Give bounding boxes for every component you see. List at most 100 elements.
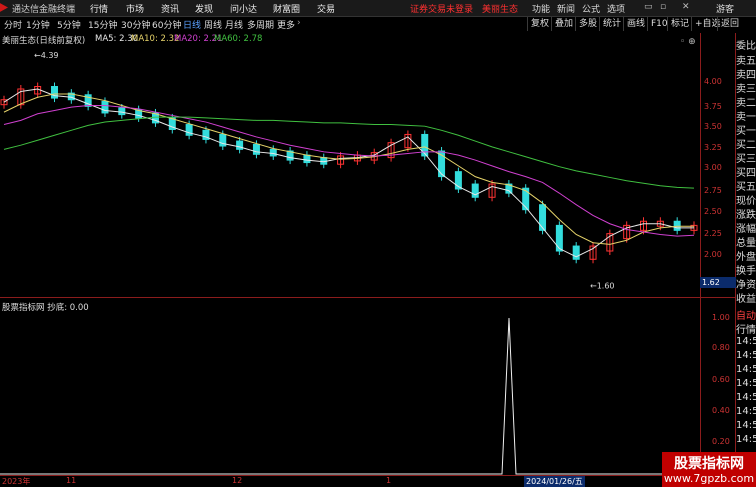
y-tick: 2.50 (704, 207, 722, 216)
candle[interactable] (555, 224, 563, 252)
chart-title: 美丽生态(日线前复权) (2, 36, 86, 46)
trade-time: 14:5 (736, 336, 756, 347)
candle[interactable] (236, 140, 244, 150)
watermark-title: 股票指标网 (674, 456, 744, 472)
ma60-label: MA60: 2.78 (214, 34, 263, 44)
quote-label: 涨幅 (736, 224, 756, 235)
quote-label: 收益 (736, 294, 756, 305)
y-tick: 2.75 (704, 186, 722, 195)
cursor-date: 2024/01/26/五 (524, 476, 585, 487)
watermark-url: www.7gpzb.com (663, 472, 755, 485)
period-15min[interactable]: 15分钟 (88, 18, 117, 31)
trade-time: 14:5 (736, 378, 756, 389)
login-notice[interactable]: 证券交易未登录 美丽生态 (410, 2, 518, 15)
candle[interactable] (522, 187, 530, 211)
series-line-ma10 (3, 93, 694, 245)
menu-caifuquan[interactable]: 财富圈 (273, 2, 300, 15)
y-tick: 3.00 (704, 163, 722, 172)
candlestick-chart[interactable]: ←4.39 ←1.60 (0, 46, 700, 294)
app-title: 通达信金融终端 (12, 5, 76, 15)
ind-y-tick: 0.20 (712, 437, 730, 446)
quote-panel: 委比 卖五 卖四 卖三 卖二 卖一 买一 买二 买三 买四 买五 现价 涨跌 涨… (735, 33, 756, 475)
candle[interactable] (421, 133, 429, 157)
quote-label: 换手 (736, 266, 756, 277)
series-line-ma60 (3, 116, 695, 189)
period-more[interactable]: 更多 (277, 18, 295, 31)
tool-huaxian[interactable]: 画线 (623, 17, 648, 31)
quote-tab-label[interactable]: 行情 (736, 321, 756, 336)
period-monthly[interactable]: 月线 (225, 18, 243, 31)
period-5min[interactable]: 5分钟 (57, 18, 81, 31)
menu-shichang[interactable]: 市场 (126, 2, 144, 15)
menu-hangqing[interactable]: 行情 (90, 2, 108, 15)
menu-jiaoyi[interactable]: 交易 (317, 2, 335, 15)
quote-label: 外盘 (736, 252, 756, 263)
pane-divider (0, 297, 735, 298)
candle[interactable] (269, 148, 277, 157)
user-label[interactable]: 游客 (716, 2, 734, 15)
quote-label: 买一 (736, 126, 756, 137)
axis-label-1: 1 (386, 476, 392, 485)
period-multi[interactable]: 多周期 (247, 18, 274, 31)
watermark-logo: 股票指标网 www.7gpzb.com (662, 452, 756, 487)
candle[interactable] (118, 107, 126, 116)
y-tick: 4.00 (704, 77, 722, 86)
trade-time: 14:5 (736, 350, 756, 361)
candle[interactable] (101, 100, 109, 114)
period-weekly[interactable]: 周线 (204, 18, 222, 31)
indicator-chart[interactable] (0, 312, 700, 476)
menu-gongneng[interactable]: 功能 (532, 2, 550, 15)
quote-label: 卖二 (736, 98, 756, 109)
title-bar: 通达信金融终端 行情 市场 资讯 发现 问小达 财富圈 交易 证券交易未登录 美… (0, 0, 756, 17)
candle[interactable] (539, 204, 547, 231)
quote-label: 卖四 (736, 70, 756, 81)
candle[interactable] (252, 143, 260, 155)
ma10-label: MA10: 2.32 (131, 34, 180, 44)
app-logo-icon (0, 2, 8, 13)
restore-icon[interactable]: ▫ (660, 2, 666, 12)
tool-diejia[interactable]: 叠加 (551, 17, 576, 31)
trade-time: 14:5 (736, 420, 756, 431)
period-fenshi[interactable]: 分时 (4, 18, 22, 31)
period-1min[interactable]: 1分钟 (26, 18, 50, 31)
y-tick: 3.25 (704, 143, 722, 152)
y-tick: 3.75 (704, 102, 722, 111)
y-tick: 2.25 (704, 229, 722, 238)
ind-y-tick: 0.40 (712, 406, 730, 415)
menu-gongshi[interactable]: 公式 (582, 2, 600, 15)
trade-time: 14:5 (736, 392, 756, 403)
minimize-icon[interactable]: ▭ (644, 2, 653, 12)
auto-label[interactable]: 自动 (736, 307, 756, 322)
axis-label-11: 11 (66, 476, 77, 485)
quote-label: 总量 (736, 238, 756, 249)
series-line-ma5 (3, 88, 694, 258)
tool-tongji[interactable]: 统计 (599, 17, 624, 31)
menu-wenxiaoda[interactable]: 问小达 (230, 2, 257, 15)
more-chevron-icon[interactable]: › (297, 18, 301, 28)
quote-label: 卖三 (736, 84, 756, 95)
period-daily[interactable]: 日线 (183, 18, 201, 31)
trade-time: 14:5 (736, 406, 756, 417)
tool-duogu[interactable]: 多股 (575, 17, 600, 31)
menu-xuanxiang[interactable]: 选项 (607, 2, 625, 15)
tool-back[interactable]: 返回 (717, 17, 742, 31)
tool-fuquan[interactable]: 复权 (527, 17, 552, 31)
y-tick: 2.00 (704, 250, 722, 259)
menu-xinwen[interactable]: 新闻 (557, 2, 575, 15)
date-axis: 2023年 11 12 1 2024/01/26/五 (0, 476, 735, 487)
ind-y-tick: 0.80 (712, 343, 730, 352)
period-60min[interactable]: 60分钟 (152, 18, 181, 31)
candle[interactable] (303, 154, 311, 164)
quote-label: 买五 (736, 182, 756, 193)
close-icon[interactable]: ✕ (682, 2, 690, 12)
axis-label-2023: 2023年 (2, 477, 31, 486)
tool-biaoji[interactable]: 标记 (667, 17, 692, 31)
axis-label-12: 12 (232, 476, 243, 485)
candle[interactable] (50, 86, 58, 99)
quote-label: 买二 (736, 140, 756, 151)
quote-label: 委比 (736, 41, 756, 52)
menu-zixun[interactable]: 资讯 (161, 2, 179, 15)
low-price-label: ←1.60 (590, 282, 615, 291)
menu-faxian[interactable]: 发现 (195, 2, 213, 15)
period-30min[interactable]: 30分钟 (121, 18, 150, 31)
